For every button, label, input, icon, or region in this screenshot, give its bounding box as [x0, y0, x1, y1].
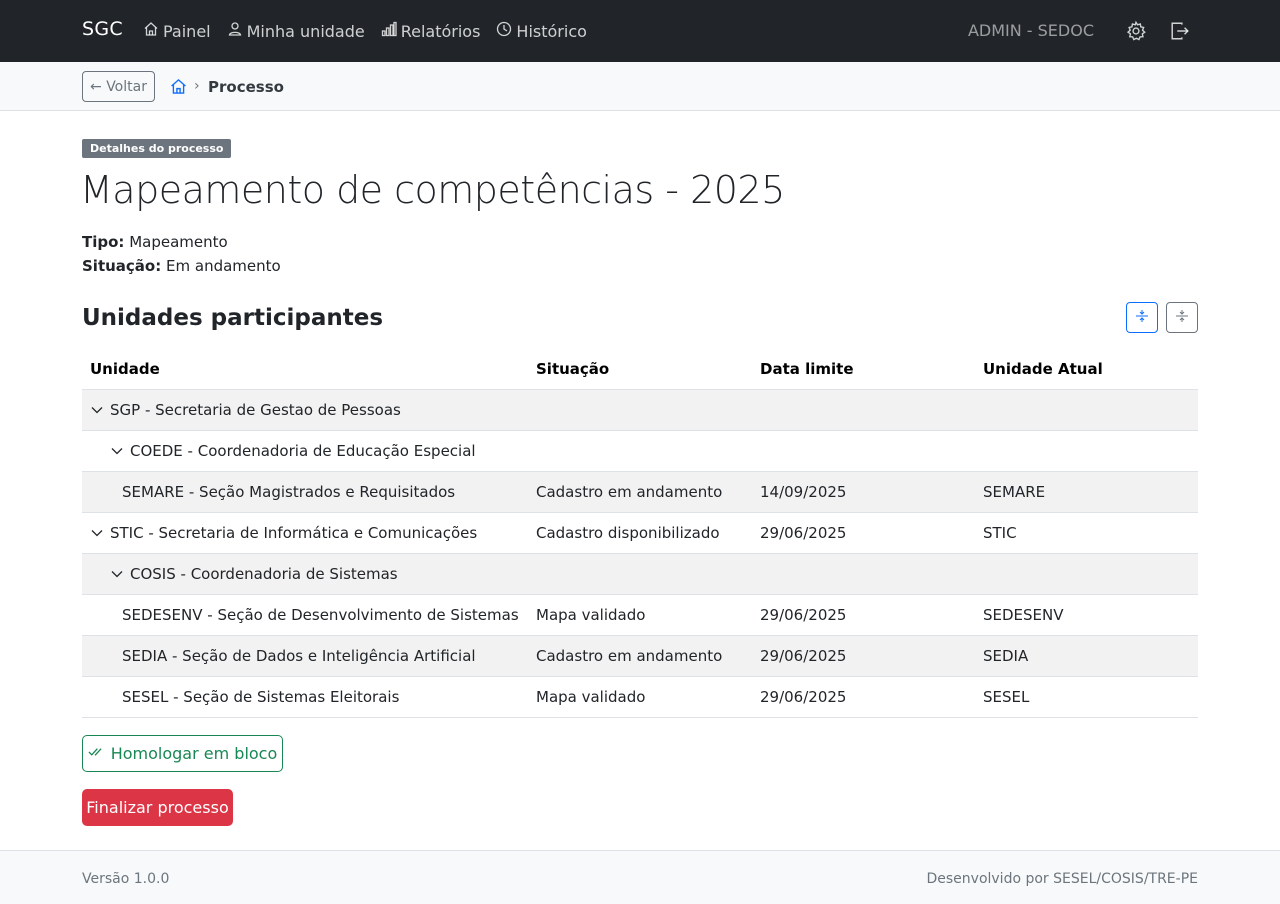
unit-cell: SEMARE - Seção Magistrados e Requisitado…	[122, 472, 455, 512]
home-icon[interactable]	[170, 78, 187, 95]
footer: Versão 1.0.0 Desenvolvido por SESEL/COSI…	[0, 850, 1280, 904]
brand-logo[interactable]: SGC	[82, 18, 123, 40]
unit-name: STIC - Secretaria de Informática e Comun…	[110, 524, 478, 542]
collapse-all-icon	[1175, 308, 1189, 327]
chevron-down-icon[interactable]	[110, 567, 124, 581]
table-row[interactable]: SESEL - Seção de Sistemas Eleitorais Mapa…	[82, 677, 1198, 718]
finalizar-processo-button[interactable]: Finalizar processo	[82, 789, 233, 826]
top-navbar: SGC Painel Minha unidade Relatórios Hist…	[0, 0, 1280, 62]
bar-chart-icon	[381, 21, 401, 41]
gear-icon[interactable]	[1125, 20, 1147, 42]
current-unit-cell: SEDIA	[983, 647, 1029, 665]
nav-item-label: Relatórios	[400, 21, 481, 41]
nav-item-minha-unidade[interactable]: Minha unidade	[227, 21, 365, 41]
process-type: Tipo: Mapeamento	[82, 233, 228, 251]
chevron-down-icon[interactable]	[110, 444, 124, 458]
deadline-cell: 14/09/2025	[760, 483, 847, 501]
breadcrumb-bar: ← Voltar › Processo	[0, 62, 1280, 111]
nav-item-relatorios[interactable]: Relatórios	[381, 21, 481, 41]
homologar-label: Homologar em bloco	[110, 744, 278, 763]
status-cell: Cadastro disponibilizado	[536, 524, 720, 542]
unit-cell: COEDE - Coordenadoria de Educação Especi…	[110, 431, 476, 471]
deadline-cell: 29/06/2025	[760, 688, 847, 706]
unit-cell: SGP - Secretaria de Gestao de Pessoas	[90, 390, 401, 430]
process-status-value: Em andamento	[166, 257, 281, 275]
unit-name: SEDIA - Seção de Dados e Inteligência Ar…	[122, 647, 476, 665]
table-row[interactable]: COSIS - Coordenadoria de Sistemas	[82, 554, 1198, 595]
status-cell: Cadastro em andamento	[536, 483, 723, 501]
process-type-label: Tipo:	[82, 233, 125, 251]
current-user: ADMIN - SEDOC	[967, 21, 1094, 40]
status-cell: Cadastro em andamento	[536, 647, 723, 665]
unit-name: COSIS - Coordenadoria de Sistemas	[130, 565, 398, 583]
units-table: Unidade Situação Data limite Unidade Atu…	[82, 348, 1198, 718]
chevron-down-icon[interactable]	[90, 403, 104, 417]
unit-cell: SEDIA - Seção de Dados e Inteligência Ar…	[122, 636, 476, 676]
nav-item-label: Minha unidade	[246, 21, 365, 41]
page-title: Mapeamento de competências - 2025	[80, 168, 785, 212]
app-version: Versão 1.0.0	[82, 871, 170, 887]
homologar-em-bloco-button[interactable]: Homologar em bloco	[82, 735, 283, 772]
process-details-badge: Detalhes do processo	[82, 139, 232, 158]
column-header-data-limite[interactable]: Data limite	[760, 348, 854, 389]
expand-all-icon	[1135, 308, 1149, 327]
clock-icon	[496, 21, 516, 41]
table-row[interactable]: COEDE - Coordenadoria de Educação Especi…	[82, 431, 1198, 472]
status-cell: Mapa validado	[536, 606, 646, 624]
nav-item-label: Painel	[163, 21, 211, 41]
table-row[interactable]: SEDESENV - Seção de Desenvolvimento de S…	[82, 595, 1198, 636]
process-status: Situação: Em andamento	[82, 257, 281, 275]
deadline-cell: 29/06/2025	[760, 524, 847, 542]
unit-name: SGP - Secretaria de Gestao de Pessoas	[110, 401, 401, 419]
unit-cell: SESEL - Seção de Sistemas Eleitorais	[122, 677, 399, 717]
main-nav: Painel Minha unidade Relatórios Históric…	[143, 0, 603, 62]
nav-item-historico[interactable]: Histórico	[496, 21, 587, 41]
expand-all-button[interactable]	[1126, 302, 1158, 333]
breadcrumb-separator: ›	[194, 78, 200, 94]
unit-name: SESEL - Seção de Sistemas Eleitorais	[122, 688, 400, 706]
table-row[interactable]: SGP - Secretaria de Gestao de Pessoas	[82, 390, 1198, 431]
column-header-unidade-atual[interactable]: Unidade Atual	[983, 348, 1103, 389]
back-button[interactable]: ← Voltar	[82, 71, 155, 102]
nav-item-label: Histórico	[516, 21, 587, 41]
check-all-icon	[88, 744, 111, 763]
units-section-title: Unidades participantes	[82, 305, 384, 331]
unit-cell: SEDESENV - Seção de Desenvolvimento de S…	[122, 595, 519, 635]
process-status-label: Situação:	[82, 257, 162, 275]
deadline-cell: 29/06/2025	[760, 606, 847, 624]
deadline-cell: 29/06/2025	[760, 647, 847, 665]
breadcrumb-current: Processo	[208, 78, 284, 96]
table-row[interactable]: SEMARE - Seção Magistrados e Requisitado…	[82, 472, 1198, 513]
developer-credit: Desenvolvido por SESEL/COSIS/TRE-PE	[926, 871, 1198, 887]
person-icon	[227, 21, 247, 41]
table-header: Unidade Situação Data limite Unidade Atu…	[82, 348, 1198, 390]
column-header-unidade[interactable]: Unidade	[90, 348, 160, 389]
table-row[interactable]: SEDIA - Seção de Dados e Inteligência Ar…	[82, 636, 1198, 677]
logout-icon[interactable]	[1169, 20, 1191, 42]
nav-item-painel[interactable]: Painel	[143, 21, 211, 41]
unit-cell: STIC - Secretaria de Informática e Comun…	[90, 513, 477, 553]
chevron-down-icon[interactable]	[90, 526, 104, 540]
unit-cell: COSIS - Coordenadoria de Sistemas	[110, 554, 398, 594]
unit-name: COEDE - Coordenadoria de Educação Especi…	[130, 442, 476, 460]
collapse-all-button[interactable]	[1166, 302, 1198, 333]
unit-name: SEMARE - Seção Magistrados e Requisitado…	[122, 483, 456, 501]
column-header-situacao[interactable]: Situação	[536, 348, 609, 389]
table-row[interactable]: STIC - Secretaria de Informática e Comun…	[82, 513, 1198, 554]
current-unit-cell: STIC	[983, 524, 1017, 542]
current-unit-cell: SEDESENV	[983, 606, 1064, 624]
unit-name: SEDESENV - Seção de Desenvolvimento de S…	[122, 606, 519, 624]
current-unit-cell: SEMARE	[983, 483, 1046, 501]
process-type-value: Mapeamento	[129, 233, 228, 251]
current-unit-cell: SESEL	[983, 688, 1030, 706]
status-cell: Mapa validado	[536, 688, 646, 706]
house-icon	[143, 21, 163, 41]
